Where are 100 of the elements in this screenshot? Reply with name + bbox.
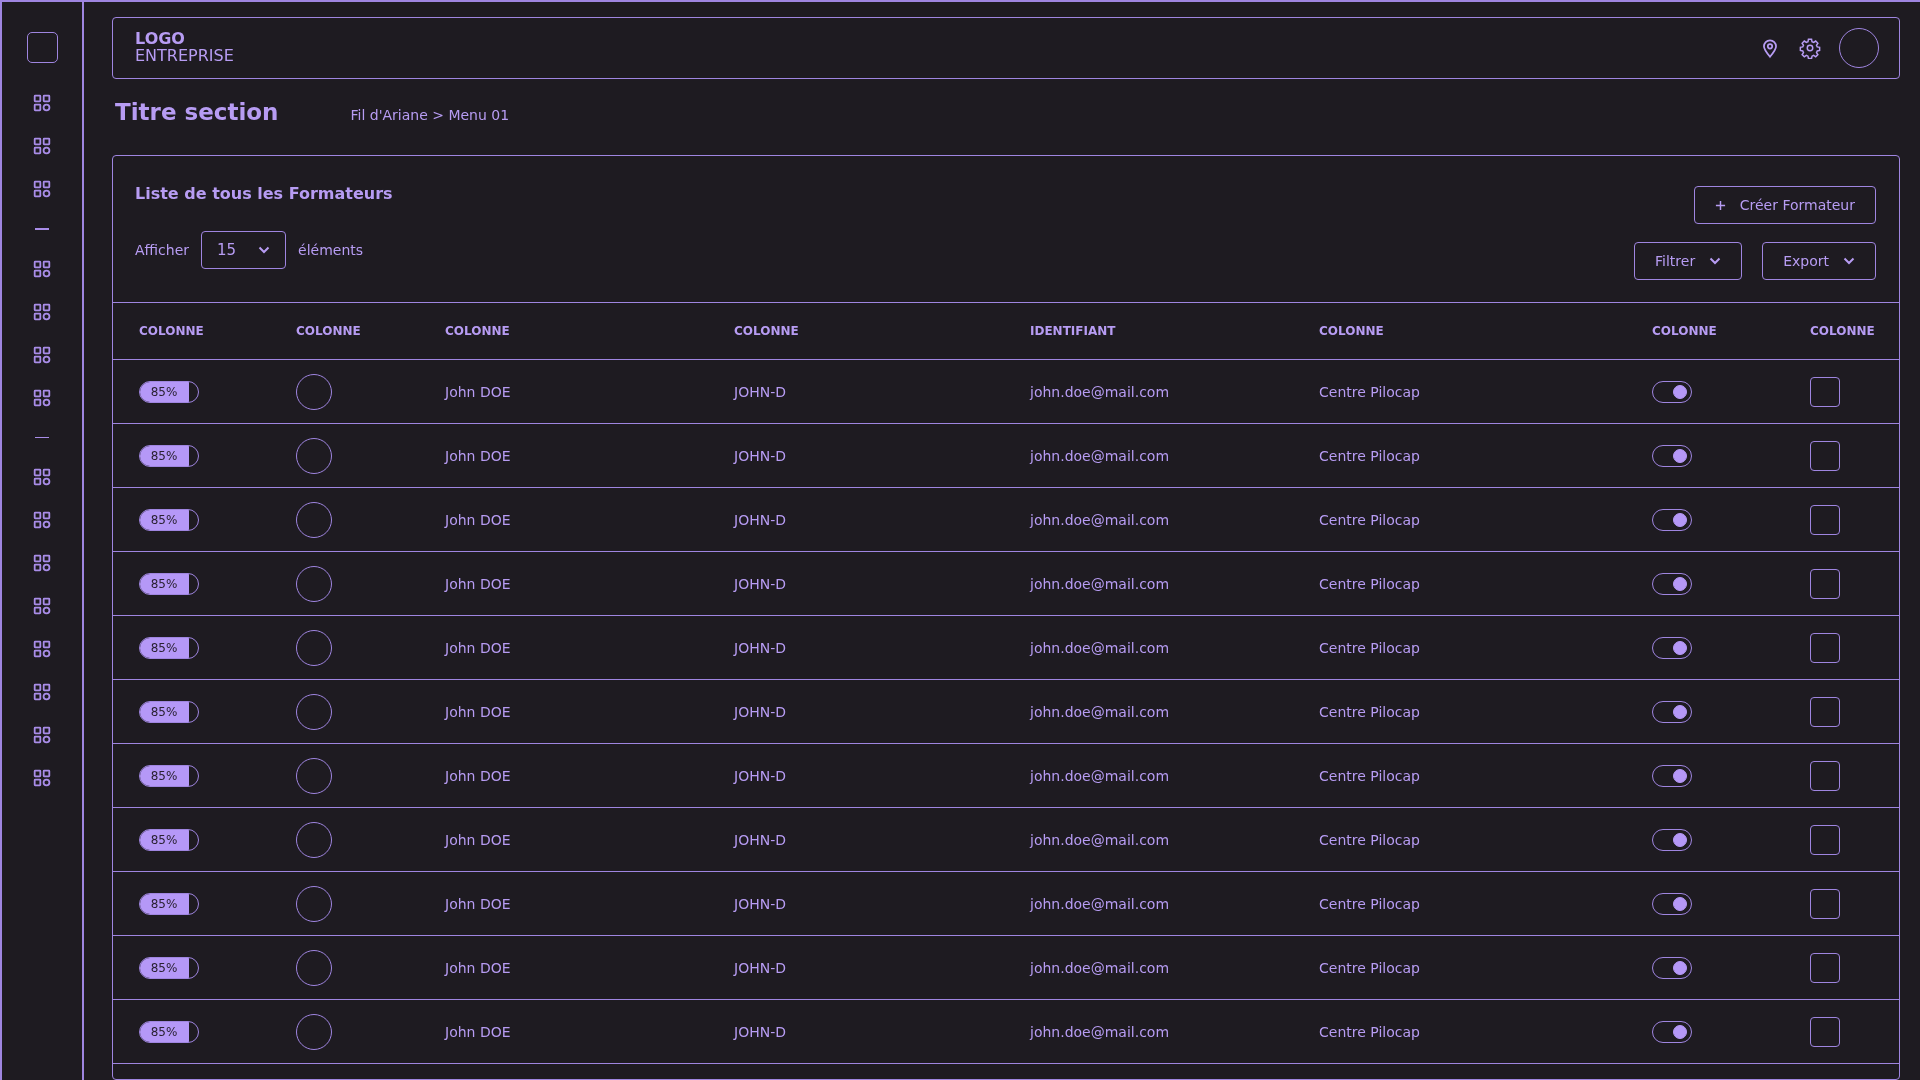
checkbox[interactable] <box>1810 632 1840 663</box>
table-cell: Centre Pilocap <box>1319 639 1420 656</box>
grid-icon[interactable] <box>33 683 51 701</box>
grid-icon[interactable] <box>33 259 51 278</box>
table-cell: John DOE <box>445 831 511 848</box>
items-label: éléments <box>298 242 364 258</box>
table-cell: JOHN-D <box>734 511 786 528</box>
progress-label: 85% <box>149 895 179 913</box>
table-cell: john.doe@mail.com <box>1030 511 1170 528</box>
table-cell: John DOE <box>445 767 511 784</box>
company-name: ENTREPRISE <box>135 48 234 65</box>
table-cell: Centre Pilocap <box>1319 511 1420 528</box>
checkbox[interactable] <box>1810 1016 1840 1047</box>
table-cell: John DOE <box>445 959 511 976</box>
table-cell: JOHN-D <box>734 639 786 656</box>
table-cell: john.doe@mail.com <box>1030 831 1170 848</box>
checkbox[interactable] <box>1810 824 1840 855</box>
filter-dropdown[interactable]: Filtrer <box>1634 242 1743 280</box>
table-cell: Centre Pilocap <box>1319 703 1420 720</box>
export-dropdown[interactable]: Export <box>1762 242 1876 280</box>
chevron-down-icon <box>1843 257 1855 265</box>
breadcrumb[interactable]: Fil d'Ariane > Menu 01 <box>350 107 510 123</box>
checkbox[interactable] <box>1810 376 1840 407</box>
show-label: Afficher <box>135 242 190 258</box>
table-cell: John DOE <box>445 639 511 656</box>
table-cell: john.doe@mail.com <box>1030 895 1170 912</box>
table-cell: john.doe@mail.com <box>1030 447 1170 464</box>
checkbox[interactable] <box>1810 760 1840 791</box>
settings-icon[interactable] <box>1799 37 1821 59</box>
page-size-dropdown[interactable]: 15 <box>201 231 287 269</box>
table-cell: Centre Pilocap <box>1319 447 1420 464</box>
progress-label: 85% <box>149 383 179 401</box>
grid-icon[interactable] <box>33 769 51 787</box>
plus-icon <box>1714 199 1726 211</box>
app-logo-square <box>26 32 58 63</box>
checkbox[interactable] <box>1810 504 1840 535</box>
progress-label: 85% <box>149 703 179 721</box>
progress-label: 85% <box>149 639 179 657</box>
progress-label: 85% <box>149 831 179 849</box>
grid-icon[interactable] <box>33 597 51 615</box>
table-cell: John DOE <box>445 511 511 528</box>
table-cell: john.doe@mail.com <box>1030 639 1170 656</box>
table-cell: JOHN-D <box>734 447 786 464</box>
checkbox[interactable] <box>1810 952 1840 983</box>
column-header[interactable]: COLONNE <box>445 324 510 338</box>
table-cell: John DOE <box>445 447 511 464</box>
column-header[interactable]: COLONNE <box>296 324 361 338</box>
progress-label: 85% <box>149 575 179 593</box>
progress-label: 85% <box>149 1023 179 1041</box>
column-header[interactable]: COLONNE <box>734 324 799 338</box>
chevron-down-icon <box>1709 257 1722 265</box>
grid-icon[interactable] <box>33 302 51 321</box>
table-cell: john.doe@mail.com <box>1030 383 1170 400</box>
section-title: Titre section <box>115 99 279 125</box>
grid-icon[interactable] <box>33 726 51 744</box>
grid-icon[interactable] <box>33 180 51 198</box>
table-cell: john.doe@mail.com <box>1030 959 1170 976</box>
grid-icon[interactable] <box>33 94 51 112</box>
grid-icon[interactable] <box>33 345 51 364</box>
table-cell: Centre Pilocap <box>1319 831 1420 848</box>
table-cell: JOHN-D <box>734 703 786 720</box>
table-cell: john.doe@mail.com <box>1030 703 1170 720</box>
table-cell: JOHN-D <box>734 767 786 784</box>
progress-label: 85% <box>149 511 179 529</box>
checkbox[interactable] <box>1810 696 1840 727</box>
table-cell: JOHN-D <box>734 575 786 592</box>
list-title: Liste de tous les Formateurs <box>135 184 393 203</box>
table-cell: John DOE <box>445 575 511 592</box>
table-cell: John DOE <box>445 895 511 912</box>
table-cell: John DOE <box>445 383 511 400</box>
table-cell: JOHN-D <box>734 831 786 848</box>
progress-label: 85% <box>149 447 179 465</box>
table-cell: john.doe@mail.com <box>1030 767 1170 784</box>
column-header[interactable]: COLONNE <box>1810 324 1875 338</box>
table-cell: Centre Pilocap <box>1319 383 1420 400</box>
column-header[interactable]: IDENTIFIANT <box>1030 324 1116 338</box>
table-cell: john.doe@mail.com <box>1030 1023 1170 1040</box>
table-cell: JOHN-D <box>734 1023 786 1040</box>
table-cell: Centre Pilocap <box>1319 1023 1420 1040</box>
checkbox[interactable] <box>1810 888 1840 919</box>
logo-text: LOGO <box>135 31 186 48</box>
table-cell: JOHN-D <box>734 383 786 400</box>
column-header[interactable]: COLONNE <box>139 324 204 338</box>
table-cell: John DOE <box>445 1023 511 1040</box>
checkbox[interactable] <box>1810 568 1840 599</box>
table-cell: Centre Pilocap <box>1319 959 1420 976</box>
chevron-down-icon <box>258 246 271 254</box>
column-header[interactable]: COLONNE <box>1319 324 1384 338</box>
table-cell: John DOE <box>445 703 511 720</box>
progress-label: 85% <box>149 767 179 785</box>
grid-icon[interactable] <box>33 468 51 486</box>
column-header[interactable]: COLONNE <box>1652 324 1717 338</box>
grid-icon[interactable] <box>33 137 51 155</box>
create-button[interactable]: Créer Formateur <box>1693 186 1876 224</box>
grid-icon[interactable] <box>33 554 51 572</box>
grid-icon[interactable] <box>33 511 51 529</box>
checkbox[interactable] <box>1810 440 1840 471</box>
grid-icon[interactable] <box>33 388 51 407</box>
grid-icon[interactable] <box>33 640 51 658</box>
table-cell: Centre Pilocap <box>1319 767 1420 784</box>
